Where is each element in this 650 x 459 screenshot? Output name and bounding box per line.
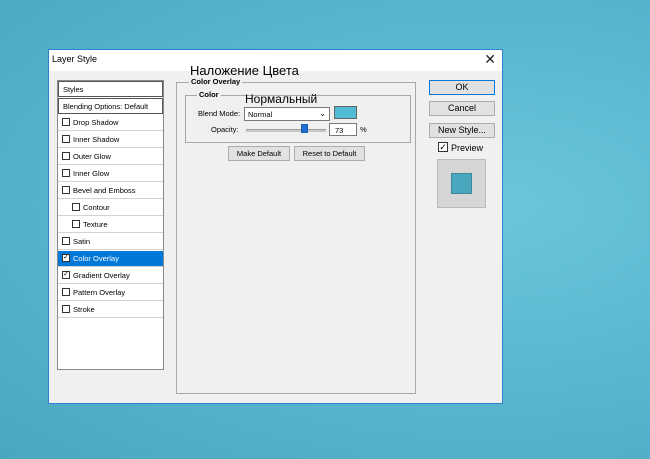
style-item-checkbox[interactable]	[62, 152, 70, 160]
color-swatch[interactable]	[334, 106, 357, 119]
preview-label: Preview	[451, 143, 484, 153]
blending-options[interactable]: Blending Options: Default	[58, 98, 163, 114]
style-item-label: Contour	[83, 203, 110, 212]
style-item[interactable]: Stroke	[58, 302, 163, 318]
styles-header-label: Styles	[63, 85, 84, 94]
style-item-label: Pattern Overlay	[73, 288, 126, 297]
reset-default-button[interactable]: Reset to Default	[294, 146, 365, 161]
style-item-checkbox[interactable]	[62, 169, 70, 177]
opacity-unit: %	[360, 125, 367, 134]
opacity-slider-thumb[interactable]	[301, 124, 309, 133]
blend-mode-label: Blend Mode:	[198, 109, 241, 118]
preview-thumbnail	[437, 159, 486, 208]
style-item[interactable]: Drop Shadow	[58, 115, 163, 131]
style-item-label: Color Overlay	[73, 254, 119, 263]
style-item[interactable]: Satin	[58, 234, 163, 250]
preview-checkbox[interactable]: ✓	[438, 142, 448, 152]
style-item[interactable]: Outer Glow	[58, 149, 163, 165]
style-item-label: Inner Glow	[73, 169, 110, 178]
blend-mode-caption: Нормальный	[245, 92, 318, 106]
style-item[interactable]: Bevel and Emboss	[58, 183, 163, 199]
opacity-input[interactable]: 73	[329, 123, 357, 136]
style-item-label: Inner Shadow	[73, 135, 120, 144]
style-item[interactable]: Contour	[58, 200, 163, 216]
style-item-checkbox[interactable]	[62, 288, 70, 296]
styles-panel: Styles Blending Options: Default Drop Sh…	[57, 80, 164, 370]
style-item-label: Bevel and Emboss	[73, 186, 136, 195]
style-item-checkbox[interactable]	[72, 203, 80, 211]
cancel-button[interactable]: Cancel	[429, 101, 495, 116]
style-item[interactable]: Pattern Overlay	[58, 285, 163, 301]
style-item-checkbox[interactable]	[62, 305, 70, 313]
style-item[interactable]: ✓ Color Overlay	[58, 251, 163, 267]
close-icon[interactable]: ✕	[484, 51, 496, 68]
color-overlay-legend: Color Overlay	[189, 77, 243, 86]
color-legend: Color	[197, 90, 221, 99]
chevron-down-icon: ⌄	[319, 109, 326, 118]
style-item-checkbox[interactable]	[62, 118, 70, 126]
preview-swatch	[451, 173, 472, 194]
style-item-checkbox[interactable]	[62, 186, 70, 194]
dialog-title: Layer Style	[52, 54, 98, 64]
style-item-checkbox[interactable]	[62, 135, 70, 143]
style-item-label: Outer Glow	[73, 152, 111, 161]
style-item[interactable]: Inner Glow	[58, 166, 163, 182]
blend-mode-value: Normal	[248, 110, 273, 119]
overlay-caption: Наложение Цвета	[190, 63, 299, 78]
style-item[interactable]: ✓ Gradient Overlay	[58, 268, 163, 284]
blend-mode-select[interactable]: Normal ⌄	[244, 107, 330, 121]
style-item-label: Stroke	[73, 305, 95, 314]
opacity-value: 73	[335, 126, 344, 135]
style-item-label: Texture	[83, 220, 108, 229]
make-default-button[interactable]: Make Default	[228, 146, 290, 161]
style-item-label: Gradient Overlay	[73, 271, 130, 280]
styles-header[interactable]: Styles	[58, 81, 163, 97]
layer-style-dialog: Layer Style ✕ Styles Blending Options: D…	[48, 49, 503, 404]
new-style-button[interactable]: New Style...	[429, 123, 495, 138]
blending-options-label: Blending Options: Default	[63, 102, 149, 111]
style-item-checkbox[interactable]	[62, 237, 70, 245]
opacity-label: Opacity:	[211, 125, 239, 134]
opacity-slider-track[interactable]	[246, 129, 326, 132]
style-item[interactable]: Inner Shadow	[58, 132, 163, 148]
style-item[interactable]: Texture	[58, 217, 163, 233]
ok-button[interactable]: OK	[429, 80, 495, 95]
style-item-label: Drop Shadow	[73, 118, 119, 127]
style-item-label: Satin	[73, 237, 91, 246]
style-item-checkbox[interactable]: ✓	[62, 254, 70, 262]
style-item-checkbox[interactable]: ✓	[62, 271, 70, 279]
style-item-checkbox[interactable]	[72, 220, 80, 228]
